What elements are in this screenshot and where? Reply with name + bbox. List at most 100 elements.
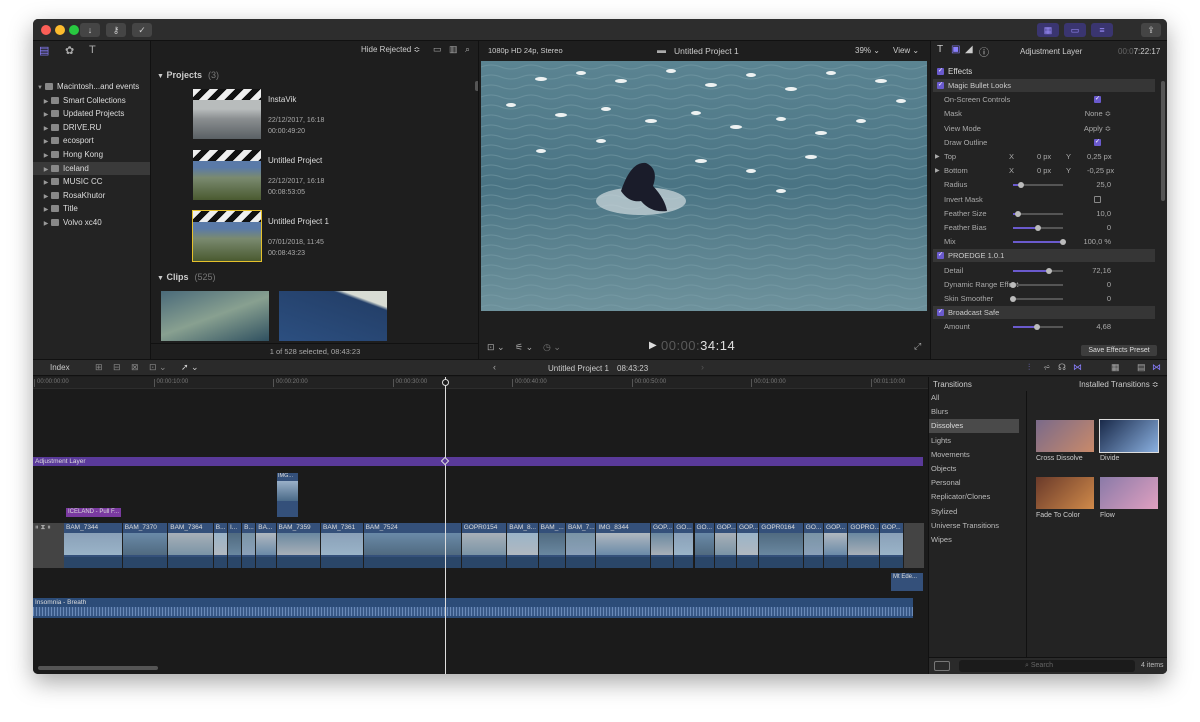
storyline-clip[interactable]: BAM_8...	[507, 523, 539, 568]
transition-category[interactable]: Movements	[929, 448, 1019, 462]
transition-thumbnail[interactable]	[1036, 420, 1094, 452]
forward-arrow-icon[interactable]: ›	[701, 362, 704, 372]
slider-knob[interactable]	[1046, 267, 1052, 274]
projects-section-header[interactable]: ▼ Projects (3)	[157, 70, 219, 80]
index-button[interactable]: Index	[50, 363, 70, 372]
parameter-value[interactable]: None ≎	[1085, 107, 1111, 121]
timeline-scrollbar[interactable]	[38, 666, 158, 670]
transition-thumbnail[interactable]	[1099, 419, 1159, 453]
installed-transitions-popup[interactable]: Installed Transitions ≎	[1079, 380, 1159, 389]
library-item[interactable]: ▶ Volvo xc40	[33, 216, 150, 231]
gap-clip[interactable]: ⏸ ⧗ ⏸	[33, 523, 64, 568]
close-window-button[interactable]	[41, 25, 51, 35]
storyline-clip[interactable]: BAM_7359	[276, 523, 322, 568]
sidebar-toggle-icon[interactable]	[934, 661, 950, 671]
library-item[interactable]: ▶ RosaKhutor	[33, 189, 150, 202]
storyline-clip[interactable]: BAM_7344	[64, 523, 123, 568]
parameter-value[interactable]: 25,0	[1096, 178, 1111, 192]
gap-clip-end[interactable]	[904, 523, 924, 568]
storyline-clip[interactable]: BAM_...	[538, 523, 566, 568]
timeline-ruler[interactable]: 00:00:00:00 00:00:10:00 00:00:20:00 00:00:3…	[33, 377, 928, 389]
slider-knob[interactable]	[1010, 281, 1016, 288]
effect-enable-checkbox[interactable]: ✓	[937, 82, 944, 89]
share-button[interactable]: ⇪	[1141, 23, 1161, 37]
viewer-display-icon[interactable]: ⊡ ⌄	[487, 342, 505, 353]
y-value[interactable]: -0,25 px	[1087, 164, 1114, 178]
transition-category[interactable]: All	[929, 391, 1019, 405]
parameter-slider[interactable]	[1013, 267, 1063, 274]
library-item[interactable]: ▶ DRIVE.RU	[33, 121, 150, 134]
effect-enable-checkbox[interactable]: ✓	[937, 309, 944, 317]
filmstrip-icon[interactable]: ▥	[449, 44, 458, 55]
parameter-slider[interactable]	[1013, 210, 1063, 217]
import-button[interactable]: ↓	[80, 23, 100, 37]
libraries-icon[interactable]: ▤	[39, 44, 49, 57]
storyline-clip[interactable]: GOPR0164	[759, 523, 804, 568]
parameter-slider[interactable]	[1013, 182, 1063, 189]
project-thumbnail[interactable]	[193, 150, 261, 200]
project-thumbnail[interactable]	[193, 89, 261, 139]
slider-knob[interactable]	[1010, 296, 1016, 302]
color-inspector-icon[interactable]: ◢	[965, 44, 973, 55]
storyline-clip[interactable]: BA...	[256, 523, 277, 568]
headphones-icon[interactable]: ☊	[1058, 362, 1066, 373]
storyline-clip[interactable]: GOP...	[714, 523, 737, 568]
effect-header[interactable]: ✓ PROEDGE 1.0.1	[933, 249, 1155, 263]
title-inspector-icon[interactable]: T	[937, 44, 943, 55]
parameter-value[interactable]: 0	[1107, 221, 1111, 235]
transitions-browser-icon[interactable]: ⋈	[1152, 362, 1161, 373]
transition-category[interactable]: Dissolves	[929, 419, 1019, 434]
library-item[interactable]: ▶ Iceland	[33, 161, 150, 175]
snapping-icon[interactable]: ⋈	[1073, 362, 1082, 373]
clip-appearance-timeline-icon[interactable]: ▦	[1111, 362, 1120, 373]
play-button[interactable]: ▶	[649, 340, 657, 351]
background-tasks-button[interactable]: ✓	[132, 23, 152, 37]
append-icon[interactable]: ⊠	[131, 362, 139, 373]
parameter-value[interactable]: 0	[1107, 278, 1111, 292]
parameter-slider[interactable]	[1013, 324, 1063, 331]
retime-icon[interactable]: ◷ ⌄	[543, 342, 561, 353]
disclosure-triangle-icon[interactable]: ▶	[41, 218, 51, 231]
zoom-popup[interactable]: 39% ⌄	[855, 46, 880, 55]
toggle-browser-button[interactable]: ▦	[1037, 23, 1059, 37]
parameter-value[interactable]: 10,0	[1096, 207, 1111, 221]
adjustment-layer-clip[interactable]: Adjustment Layer	[33, 457, 923, 466]
effect-header[interactable]: ✓ Broadcast Safe	[933, 306, 1155, 320]
slider-knob[interactable]	[1017, 182, 1024, 189]
search-field[interactable]: ⌕ Search	[959, 660, 1135, 672]
storyline-clip[interactable]: BAM_7...	[565, 523, 597, 568]
parameter-value[interactable]: Apply ≎	[1084, 122, 1111, 136]
titles-generators-icon[interactable]: T	[89, 44, 96, 56]
view-popup[interactable]: View ⌄	[893, 46, 919, 55]
zoom-window-button[interactable]	[69, 25, 79, 35]
parameter-value[interactable]: 4,68	[1096, 320, 1111, 334]
library-item[interactable]: ▶ Title	[33, 202, 150, 215]
transition-category[interactable]: Universe Transitions	[929, 519, 1019, 533]
transition-category[interactable]: Replicator/Clones	[929, 490, 1019, 504]
transition-category[interactable]: Personal	[929, 476, 1019, 490]
storyline-clip[interactable]: IMG_8344	[596, 523, 651, 568]
transition-category[interactable]: Objects	[929, 462, 1019, 476]
storyline-clip[interactable]: GOP...	[650, 523, 675, 568]
transition-category[interactable]: Wipes	[929, 533, 1019, 547]
parameter-checkbox[interactable]: ✓	[1094, 138, 1101, 146]
minimize-window-button[interactable]	[55, 25, 65, 35]
parameter-checkbox[interactable]	[1094, 195, 1101, 203]
library-item[interactable]: ▶ Hong Kong	[33, 148, 150, 161]
storyline-clip[interactable]: GOP...	[824, 523, 849, 568]
audio-skimming-icon[interactable]: ⩫	[1043, 362, 1051, 373]
storyline-clip[interactable]: B...	[242, 523, 257, 568]
save-effects-preset-button[interactable]: Save Effects Preset	[1081, 345, 1157, 356]
search-icon[interactable]: ⌕	[465, 44, 470, 55]
back-arrow-icon[interactable]: ‹	[493, 362, 496, 372]
transition-category[interactable]: Blurs	[929, 405, 1019, 419]
storyline-clip[interactable]: BAM_7361	[321, 523, 364, 568]
info-icon[interactable]: ⓘ	[979, 44, 989, 59]
skimming-icon[interactable]: ⫶	[1028, 362, 1030, 373]
inspector-scrollbar[interactable]	[1161, 81, 1165, 201]
storyline-clip[interactable]: BAM_7364	[168, 523, 214, 568]
connected-clip-img[interactable]: IMG...	[277, 473, 298, 517]
storyline-clip[interactable]: BAM_7524	[363, 523, 462, 568]
slider-knob[interactable]	[1015, 210, 1021, 217]
transition-category[interactable]: Lights	[929, 434, 1019, 448]
